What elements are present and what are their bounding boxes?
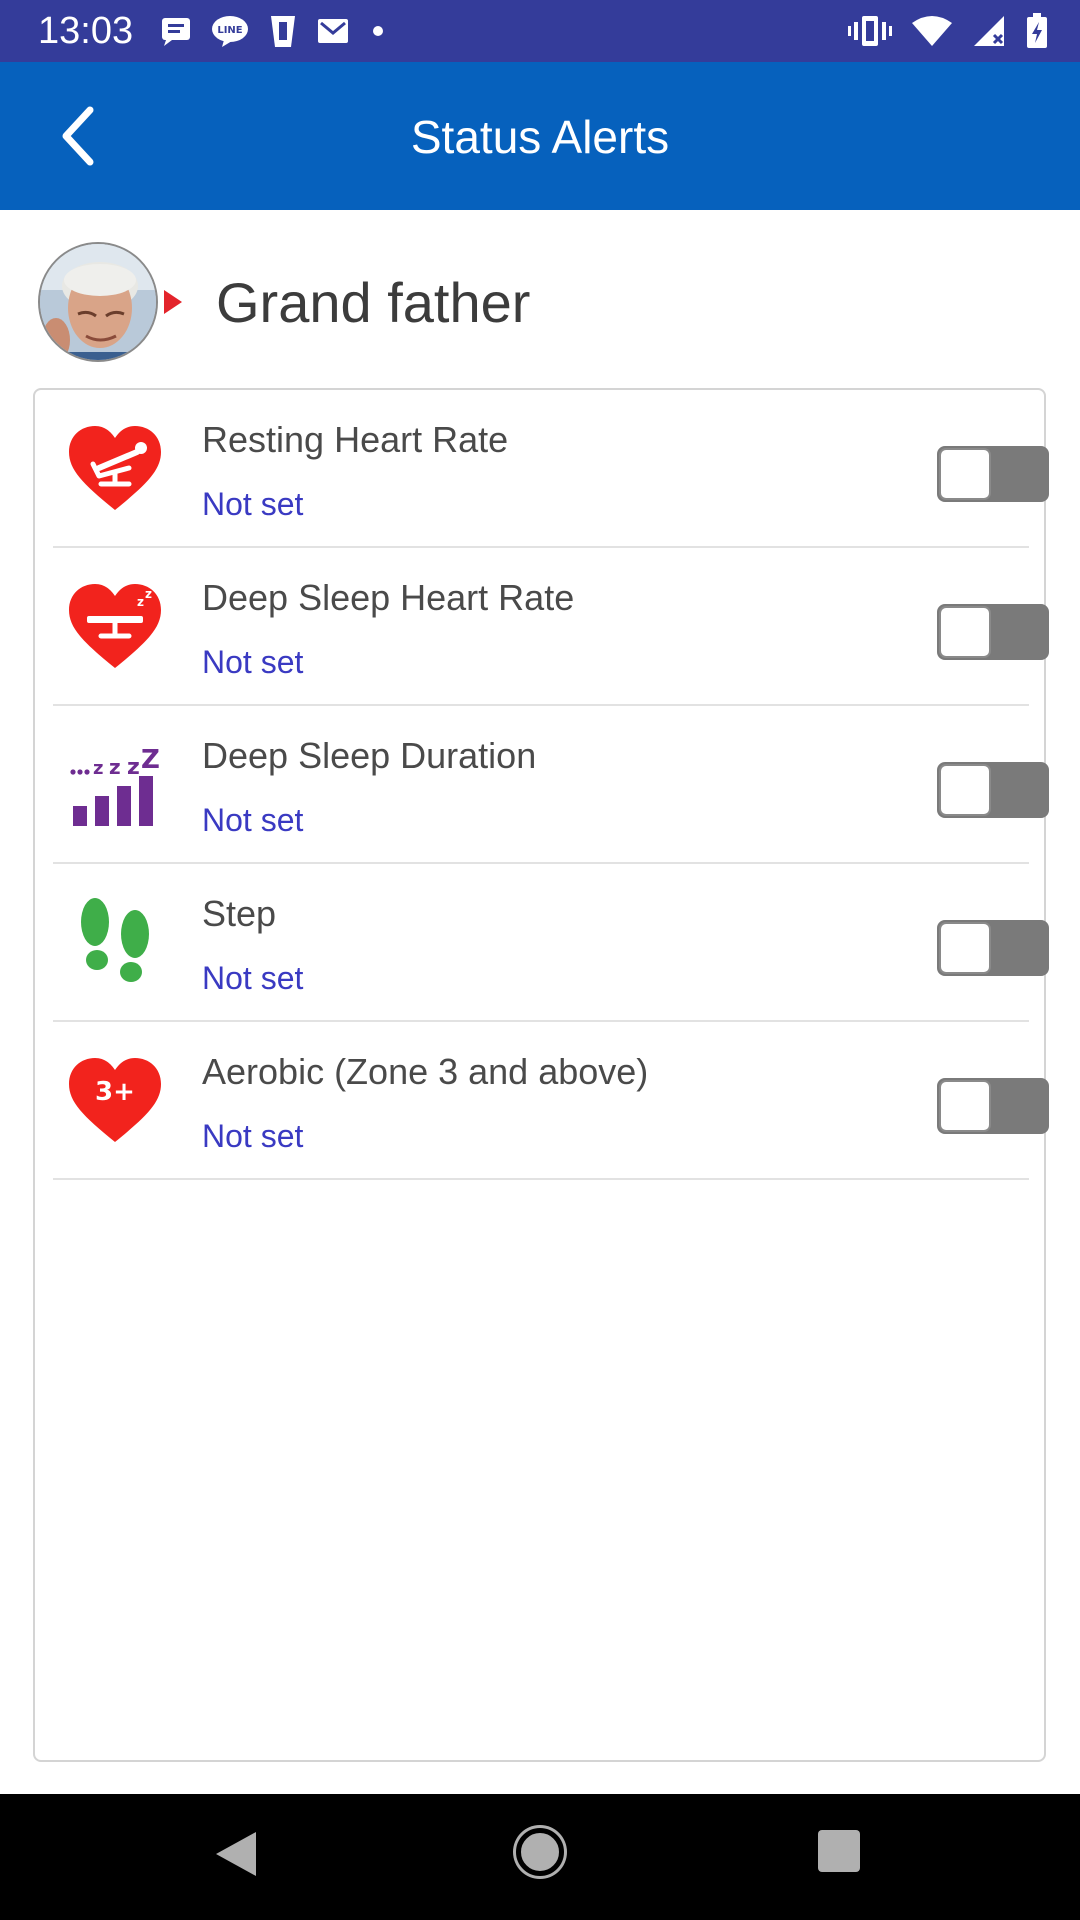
notification-icons: LINE [160,12,388,50]
alert-toggle-deep-sleep-duration[interactable] [937,762,1049,818]
alert-status: Not set [202,960,304,996]
alert-toggle-deep-sleep-heart-rate[interactable] [937,604,1049,660]
avatar-photo [40,244,156,360]
screen: 13:03 LINE Status Alerts Grand father Re… [0,0,1080,1920]
alert-title: Resting Heart Rate [202,419,509,460]
alert-row-deep-sleep-heart-rate[interactable]: z z Deep Sleep Heart Rate Not set [53,548,1049,706]
alert-row-deep-sleep-duration[interactable]: z z z Z Deep Sleep Duration Not set [53,706,1049,864]
system-nav-bar [0,1794,1080,1920]
nav-back-button[interactable] [216,1832,256,1876]
sleep-duration-icon: z z z Z [70,745,160,826]
svg-text:Z: Z [141,745,160,775]
alert-title: Deep Sleep Duration [202,735,537,776]
more-dot-icon [373,26,383,36]
avatar[interactable] [38,242,158,362]
alert-row-aerobic[interactable]: 3+ Aerobic (Zone 3 and above) Not set [53,1022,1049,1180]
battery-charging-icon [1027,13,1047,48]
profile-selector-arrow-icon [164,290,182,314]
aerobic-heart-icon: 3+ [69,1058,161,1142]
alert-title: Step [202,893,277,934]
toggle-knob [939,606,991,658]
cup-icon [271,16,295,47]
wifi-icon [912,16,952,46]
sleep-heart-icon: z z [69,584,161,668]
svg-text:z: z [145,587,152,601]
line-app-icon: LINE [212,16,248,47]
toggle-knob [939,1080,991,1132]
app-bar: Status Alerts [0,62,1080,210]
nav-recents-button[interactable] [818,1830,860,1872]
status-time: 13:03 [38,10,134,52]
svg-text:z: z [93,758,103,779]
toggle-knob [939,922,991,974]
alert-title: Deep Sleep Heart Rate [202,577,575,618]
alert-toggle-step[interactable] [937,920,1049,976]
profile-name: Grand father [216,271,531,334]
gmail-icon [318,19,348,43]
footsteps-icon [81,898,149,982]
svg-text:z: z [109,755,121,779]
profile-header[interactable]: Grand father [0,210,1080,388]
svg-text:z: z [127,755,140,780]
message-icon [162,18,190,46]
alert-status: Not set [202,486,304,522]
alerts-card: Resting Heart Rate Not set z z Deep Slee… [33,388,1049,1762]
vibrate-icon [848,16,892,46]
toggle-knob [939,764,991,816]
resting-heart-icon [69,426,161,510]
alert-toggle-resting-heart-rate[interactable] [937,446,1049,502]
aerobic-zone-label: 3+ [95,1077,135,1107]
alert-status: Not set [202,802,304,838]
status-bar: 13:03 LINE [0,0,1080,62]
svg-text:LINE: LINE [217,25,242,36]
toggle-knob [939,448,991,500]
alert-row-step[interactable]: Step Not set [53,864,1049,1022]
page-title: Status Alerts [410,111,670,163]
alert-toggle-aerobic[interactable] [937,1078,1049,1134]
nav-home-button[interactable] [516,1828,564,1876]
alert-status: Not set [202,1118,304,1154]
system-icons [848,12,1048,50]
alert-row-resting-heart-rate[interactable]: Resting Heart Rate Not set [53,390,1049,548]
alert-title: Aerobic (Zone 3 and above) [202,1051,649,1092]
svg-text:z: z [137,595,144,609]
alert-status: Not set [202,644,304,680]
cell-signal-icon [974,16,1004,46]
